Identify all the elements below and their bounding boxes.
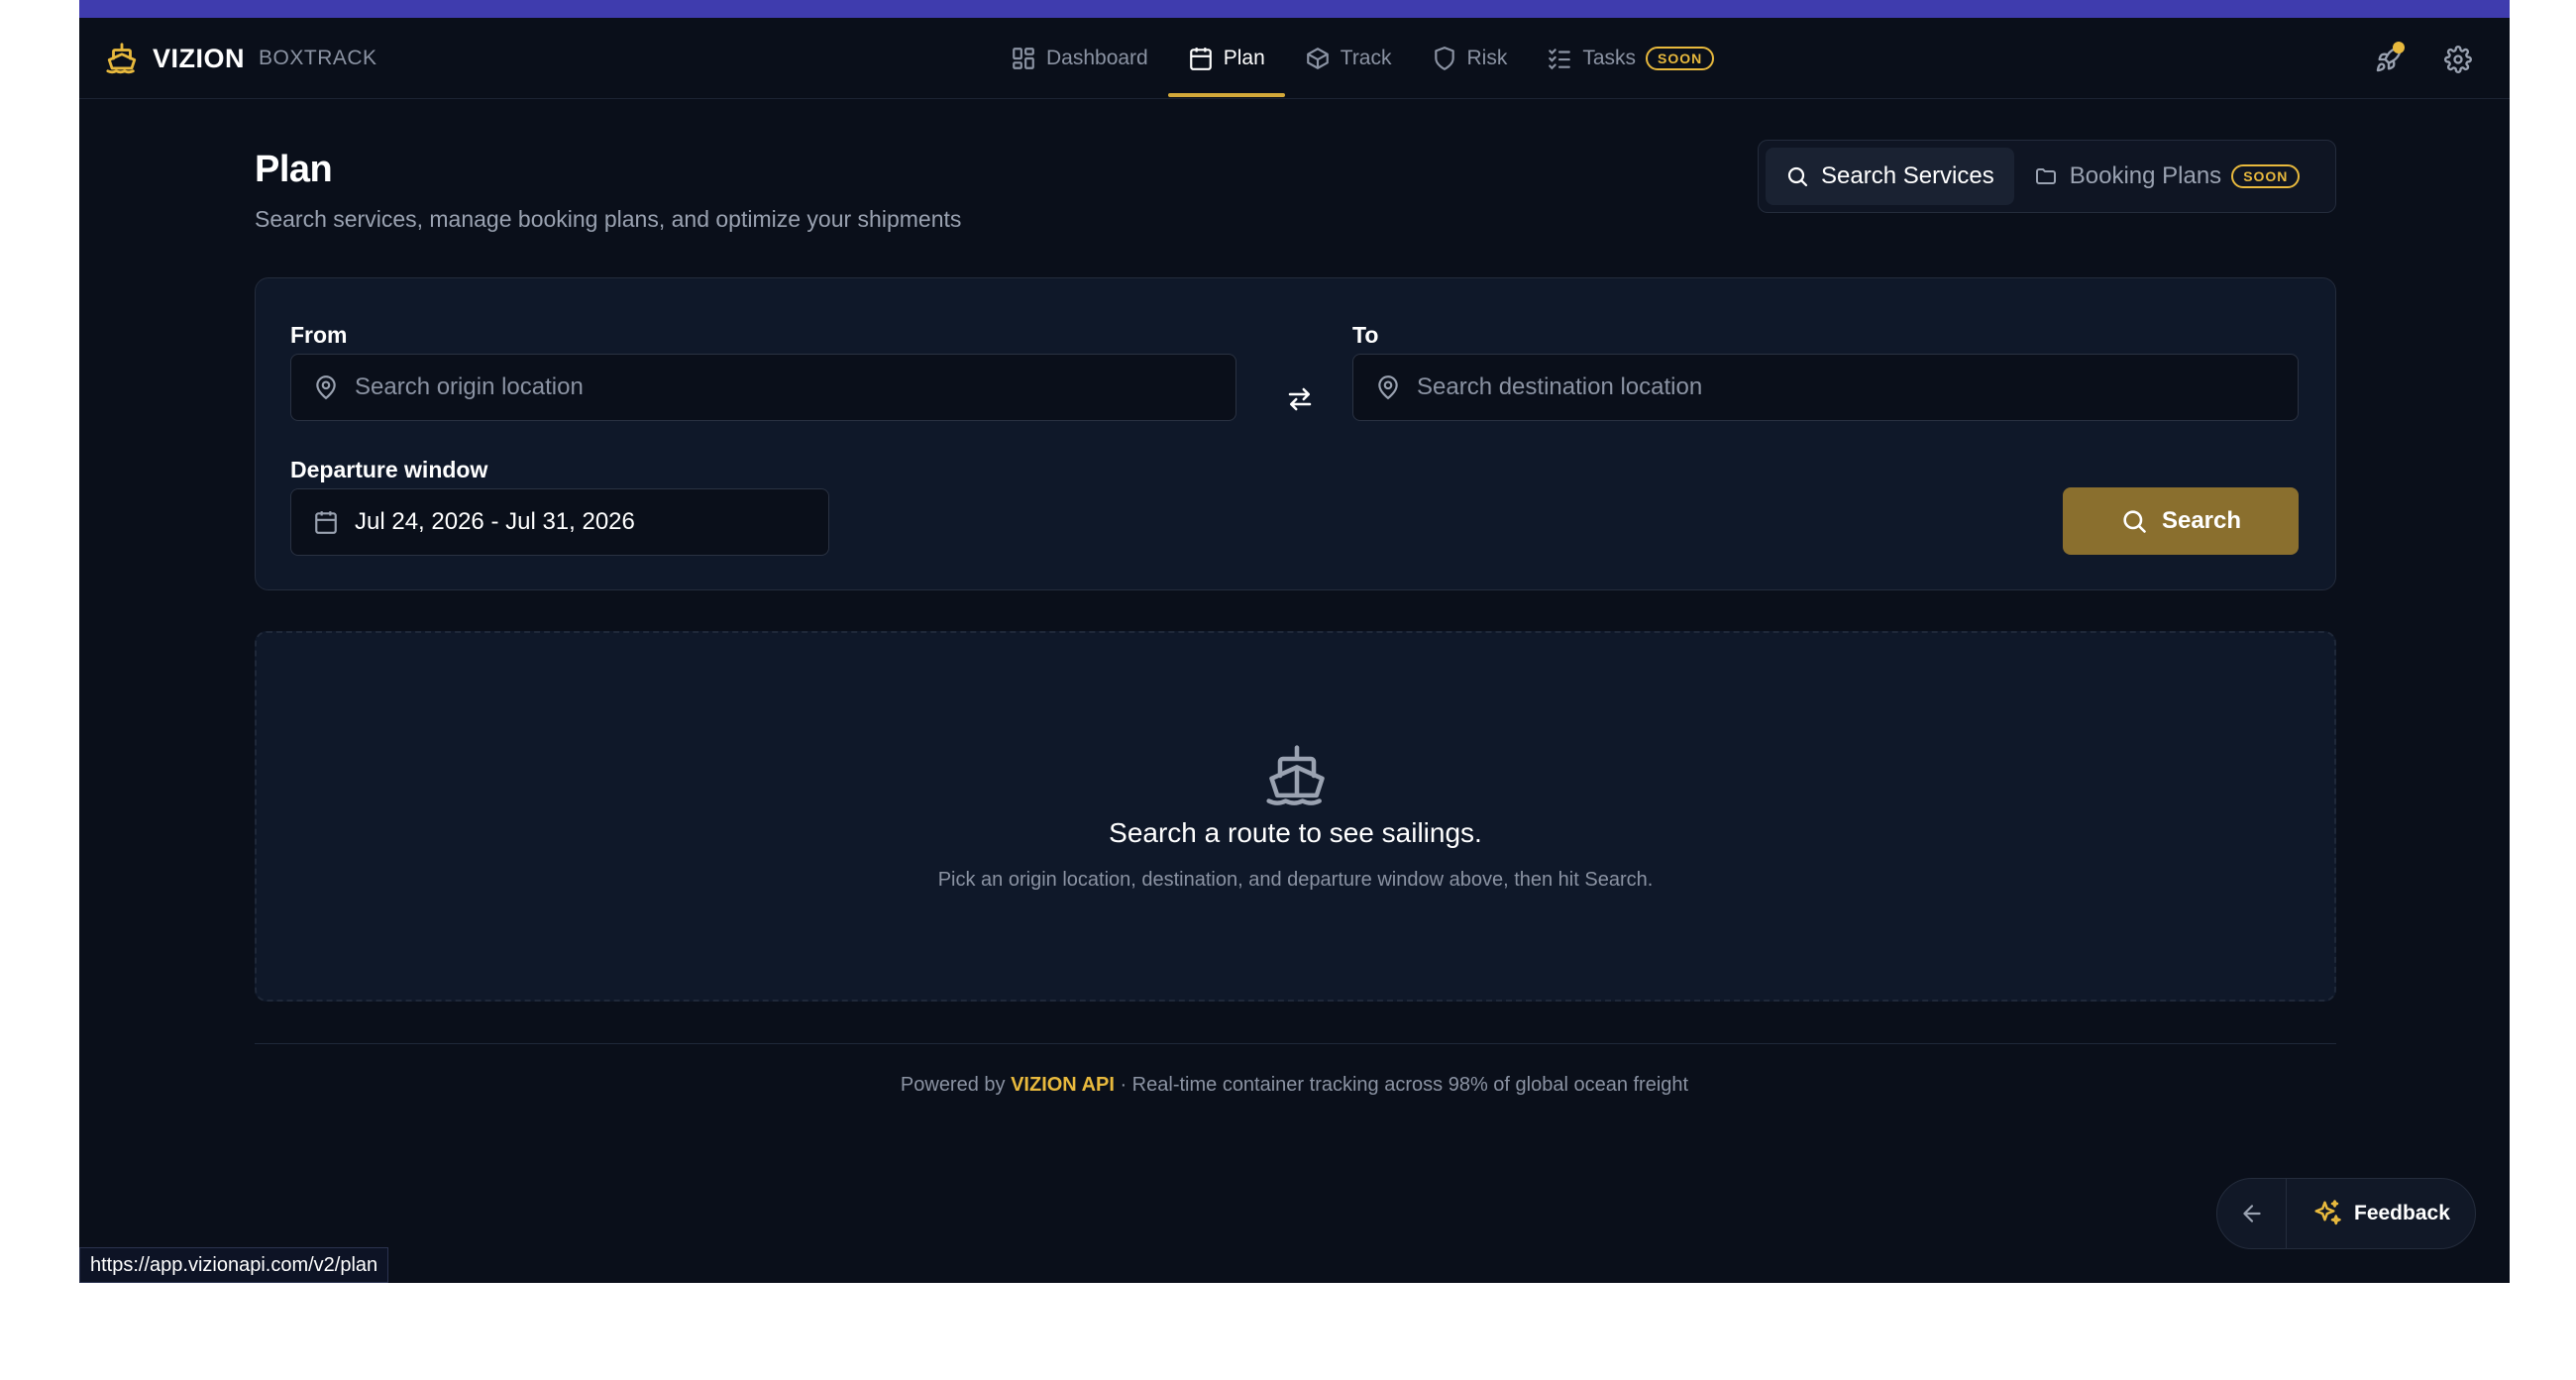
empty-state-panel: Search a route to see sailings. Pick an … — [255, 631, 2336, 1002]
folder-icon — [2035, 168, 2056, 184]
ship-icon — [1266, 745, 1325, 805]
nav-label-track: Track — [1340, 47, 1392, 69]
swap-locations-button[interactable] — [1276, 375, 1324, 423]
plan-mode-switcher: Search Services Booking Plans SOON — [1758, 140, 2336, 213]
footer-divider — [255, 1043, 2336, 1044]
swap-arrows-icon — [1288, 387, 1312, 411]
dashboard-icon — [1013, 48, 1034, 69]
nav-item-tasks[interactable]: Tasks SOON — [1527, 18, 1734, 99]
tab-search-services[interactable]: Search Services — [1766, 148, 2014, 205]
map-pin-icon — [1378, 375, 1398, 400]
page-subtitle: Search services, manage booking plans, a… — [255, 206, 962, 232]
feedback-button[interactable]: Feedback — [2287, 1199, 2450, 1228]
box-icon — [1306, 48, 1329, 69]
nav-item-track[interactable]: Track — [1285, 18, 1412, 99]
departure-window-value: Jul 24, 2026 - Jul 31, 2026 — [355, 508, 635, 535]
shield-icon — [1434, 47, 1454, 70]
destination-input[interactable]: Search destination location — [1352, 354, 2299, 421]
search-button[interactable]: Search — [2063, 487, 2299, 555]
feedback-collapse-button[interactable] — [2217, 1179, 2287, 1248]
brand-name: VIZION — [153, 43, 246, 73]
top-navigation-bar: VIZION BOXTRACK Dashboard Plan Track Ris… — [79, 18, 2510, 99]
nav-item-risk[interactable]: Risk — [1412, 18, 1528, 99]
search-icon — [2123, 510, 2146, 533]
from-label: From — [290, 322, 348, 348]
footer-prefix: Powered by — [900, 1074, 1012, 1096]
search-icon — [1787, 166, 1808, 187]
feedback-widget: Feedback — [2216, 1178, 2476, 1249]
gear-icon — [2444, 46, 2472, 73]
origin-placeholder: Search origin location — [355, 373, 584, 400]
route-search-card: From Search origin location To Search de… — [255, 277, 2336, 590]
tab-search-services-label: Search Services — [1821, 162, 1994, 189]
nav-item-dashboard[interactable]: Dashboard — [991, 18, 1168, 99]
departure-window-label: Departure window — [290, 457, 488, 482]
origin-input[interactable]: Search origin location — [290, 354, 1236, 421]
header-actions — [2341, 38, 2480, 81]
brand-logo[interactable]: VIZION BOXTRACK — [105, 40, 377, 77]
nav-label-tasks: Tasks — [1582, 47, 1637, 69]
ship-logo-icon — [106, 43, 137, 74]
booking-plans-soon-badge: SOON — [2231, 164, 2301, 188]
calendar-icon — [1189, 48, 1212, 70]
page-title: Plan — [255, 149, 333, 190]
notification-dot — [2393, 42, 2405, 53]
top-accent-strip — [79, 0, 2510, 18]
whats-new-button[interactable] — [2367, 38, 2411, 81]
search-button-label: Search — [2161, 507, 2242, 534]
sparkles-icon — [2314, 1200, 2341, 1225]
destination-placeholder: Search destination location — [1417, 373, 1703, 400]
main-nav: Dashboard Plan Track Risk Tasks SOON — [991, 18, 1734, 99]
feedback-label: Feedback — [2354, 1202, 2450, 1224]
status-bar-url: https://app.vizionapi.com/v2/plan — [79, 1247, 389, 1283]
calendar-icon — [315, 511, 337, 534]
footer-suffix: · Real-time container tracking across 98… — [1114, 1074, 1689, 1096]
footer-api-link[interactable]: VIZION API — [1011, 1074, 1115, 1096]
nav-label-dashboard: Dashboard — [1046, 47, 1148, 69]
arrow-left-icon — [2242, 1205, 2261, 1222]
tab-booking-plans[interactable]: Booking Plans SOON — [2014, 148, 2320, 205]
empty-state-title: Search a route to see sailings. — [1109, 817, 1482, 848]
empty-state-subtitle: Pick an origin location, destination, an… — [937, 869, 1654, 891]
tasks-icon — [1549, 49, 1571, 70]
to-label: To — [1352, 322, 1379, 348]
app-window: VIZION BOXTRACK Dashboard Plan Track Ris… — [79, 0, 2510, 1283]
settings-button[interactable] — [2436, 38, 2480, 81]
footer-text: Powered by VIZION API · Real-time contai… — [79, 1074, 2510, 1097]
nav-label-plan: Plan — [1223, 47, 1265, 69]
tab-booking-plans-label: Booking Plans — [2069, 162, 2222, 189]
tasks-soon-badge: SOON — [1646, 47, 1715, 70]
departure-window-picker[interactable]: Jul 24, 2026 - Jul 31, 2026 — [290, 488, 829, 556]
brand-product: BOXTRACK — [259, 47, 377, 69]
map-pin-icon — [316, 375, 336, 400]
nav-item-plan[interactable]: Plan — [1167, 18, 1285, 99]
nav-label-risk: Risk — [1466, 47, 1508, 69]
